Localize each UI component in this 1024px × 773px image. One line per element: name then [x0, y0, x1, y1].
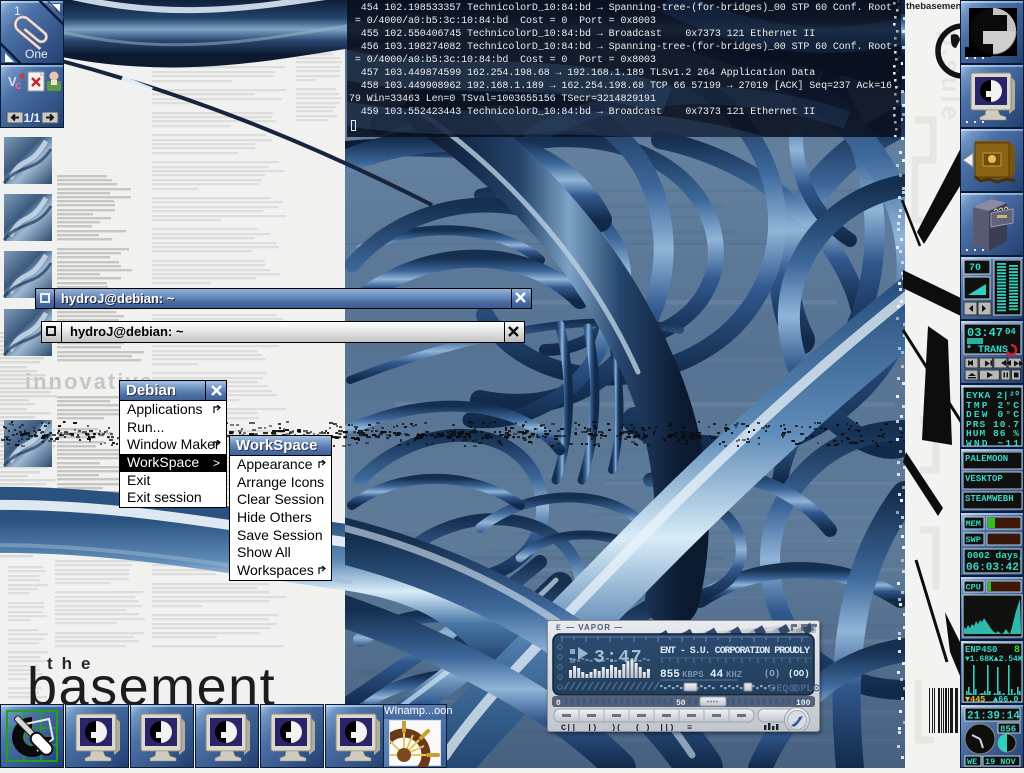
svg-text:04: 04: [1005, 327, 1016, 337]
svg-text:STEAMWEBH: STEAMWEBH: [965, 494, 1014, 504]
svg-text:ENP4S0: ENP4S0: [965, 645, 997, 655]
svg-text:≡: ≡: [687, 723, 692, 731]
svg-text:WE: WE: [967, 757, 977, 767]
svg-text:E: E: [556, 624, 561, 633]
svg-text:|): |): [587, 723, 597, 731]
svg-text:▲66.0: ▲66.0: [993, 695, 1019, 705]
svg-text:856: 856: [1000, 725, 1016, 735]
svg-text:1: 1: [14, 4, 21, 18]
svg-text:)(: )(: [611, 723, 621, 731]
svg-text:100: 100: [796, 699, 811, 708]
svg-text:(OO): (OO): [788, 669, 810, 679]
svg-text:▼445: ▼445: [965, 695, 985, 705]
svg-text:06:03:42: 06:03:42: [966, 562, 1019, 574]
svg-text:855: 855: [660, 669, 680, 681]
svg-text:44: 44: [710, 669, 724, 681]
svg-text:19 NOV: 19 NOV: [985, 757, 1017, 767]
svg-text:CPU: CPU: [966, 583, 981, 593]
svg-text:( ): ( ): [635, 723, 650, 731]
svg-text:* TRANS: * TRANS: [966, 344, 1008, 356]
svg-text:MEM: MEM: [966, 519, 981, 529]
svg-text:1/1: 1/1: [24, 111, 41, 125]
svg-text:SWP: SWP: [966, 535, 981, 545]
svg-text:ENT - S.U. CORPORATION PROUDLY: ENT - S.U. CORPORATION PROUDLY: [660, 646, 810, 657]
svg-text:||): ||): [659, 723, 674, 731]
svg-text:03:47: 03:47: [967, 326, 1003, 340]
svg-text:c: c: [15, 78, 22, 92]
svg-text:21:39:14: 21:39:14: [967, 711, 1020, 723]
svg-text:(O): (O): [764, 669, 780, 679]
svg-text:KHZ: KHZ: [726, 670, 742, 680]
svg-text:KBPS: KBPS: [682, 670, 704, 680]
svg-text:⊙PL⊙: ⊙PL⊙: [792, 684, 819, 695]
svg-text:thebasement: thebasement: [906, 1, 965, 12]
svg-text:VESKTOP: VESKTOP: [965, 474, 1003, 484]
svg-text:▼1.68K▲2.54K: ▼1.68K▲2.54K: [965, 655, 1023, 664]
svg-text:PALEMOON: PALEMOON: [965, 454, 1008, 464]
svg-text:— VAPOR —: — VAPOR —: [566, 623, 623, 632]
svg-text:One: One: [25, 47, 48, 61]
svg-text:0: 0: [556, 699, 561, 708]
svg-text:50: 50: [676, 699, 686, 708]
svg-text:0002 days,: 0002 days,: [967, 550, 1024, 561]
svg-text:C||: C||: [561, 723, 576, 731]
svg-text:70: 70: [969, 263, 981, 274]
